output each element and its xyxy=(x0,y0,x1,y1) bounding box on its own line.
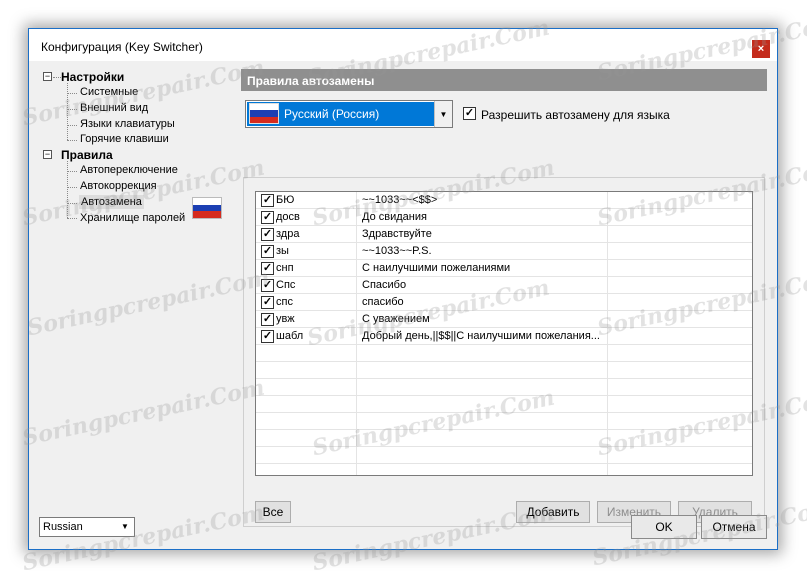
row-checkbox[interactable]: ✓ xyxy=(261,245,274,258)
chevron-down-icon[interactable]: ▼ xyxy=(118,520,132,534)
row-abbreviation: досв xyxy=(276,211,300,223)
list-item[interactable]: ✓ БЮ ~~1033~~<$$> xyxy=(256,192,752,209)
row-replacement: Добрый день,||$$||С наилучшими пожелания… xyxy=(362,330,600,342)
window-title: Конфигурация (Key Switcher) xyxy=(41,40,203,54)
row-replacement: С наилучшими пожеланиями xyxy=(362,262,511,274)
row-replacement: ~~1033~~<$$> xyxy=(362,194,438,206)
list-item[interactable]: ✓ шабл Добрый день,||$$||С наилучшими по… xyxy=(256,328,752,345)
row-abbreviation: увж xyxy=(276,313,295,325)
ui-language-value: Russian xyxy=(43,521,83,533)
tree-item-autocorrect[interactable]: Автокоррекция xyxy=(80,180,157,192)
tree-connector xyxy=(67,218,77,219)
title-bar[interactable]: Конфигурация (Key Switcher) × xyxy=(29,29,777,61)
row-replacement: ~~1033~~P.S. xyxy=(362,245,432,257)
row-abbreviation: зы xyxy=(276,245,289,257)
empty-row xyxy=(256,430,752,447)
row-checkbox[interactable]: ✓ xyxy=(261,228,274,241)
row-replacement: С уважением xyxy=(362,313,430,325)
ui-language-dropdown[interactable]: Russian ▼ xyxy=(39,517,135,537)
tree-connector xyxy=(67,109,77,110)
empty-row xyxy=(256,362,752,379)
list-item[interactable]: ✓ зы ~~1033~~P.S. xyxy=(256,243,752,260)
tree-item-system[interactable]: Системные xyxy=(80,86,138,98)
row-checkbox[interactable]: ✓ xyxy=(261,279,274,292)
list-item[interactable]: ✓ снп С наилучшими пожеланиями xyxy=(256,260,752,277)
row-checkbox[interactable]: ✓ xyxy=(261,296,274,309)
tree-connector xyxy=(67,171,77,172)
list-item[interactable]: ✓ увж С уважением xyxy=(256,311,752,328)
navigation-tree: − Настройки Системные Внешний вид Языки … xyxy=(39,67,235,512)
autoreplace-panel: Правила автозамены Русский (Россия) ▼ ✓ … xyxy=(241,69,767,527)
chevron-down-icon[interactable]: ▼ xyxy=(434,101,452,127)
empty-row xyxy=(256,345,752,362)
tree-item-autoswitch[interactable]: Автопереключение xyxy=(80,164,178,176)
close-button[interactable]: × xyxy=(752,40,770,58)
config-window: Конфигурация (Key Switcher) × − Настройк… xyxy=(28,28,778,550)
row-checkbox[interactable]: ✓ xyxy=(261,313,274,326)
tree-item-hotkeys[interactable]: Горячие клавиши xyxy=(80,133,169,145)
collapse-settings-icon[interactable]: − xyxy=(43,72,52,81)
row-replacement: Спасибо xyxy=(362,279,407,291)
row-abbreviation: спс xyxy=(276,296,293,308)
language-dropdown[interactable]: Русский (Россия) ▼ xyxy=(245,100,453,128)
tree-connector xyxy=(53,77,61,78)
row-checkbox[interactable]: ✓ xyxy=(261,330,274,343)
row-replacement: До свидания xyxy=(362,211,427,223)
cancel-button[interactable]: Отмена xyxy=(701,515,767,539)
select-all-button[interactable]: Все xyxy=(255,501,291,523)
row-replacement: спасибо xyxy=(362,296,404,308)
tree-item-password-storage[interactable]: Хранилище паролей xyxy=(80,212,185,224)
tree-connector xyxy=(67,83,68,140)
list-item[interactable]: ✓ Спс Спасибо xyxy=(256,277,752,294)
tree-item-appearance[interactable]: Внешний вид xyxy=(80,102,148,114)
tree-root-settings[interactable]: Настройки xyxy=(61,70,124,84)
russian-flag-icon xyxy=(192,197,222,219)
autoreplace-list[interactable]: ✓ БЮ ~~1033~~<$$> ✓ досв До свидания ✓ з… xyxy=(255,191,753,476)
row-checkbox[interactable]: ✓ xyxy=(261,262,274,275)
list-item[interactable]: ✓ здра Здравствуйте xyxy=(256,226,752,243)
row-abbreviation: снп xyxy=(276,262,294,274)
tree-item-autoreplace[interactable]: Автозамена xyxy=(79,195,144,209)
language-dropdown-selection: Русский (Россия) xyxy=(247,102,435,126)
tree-connector xyxy=(67,125,77,126)
tree-root-rules[interactable]: Правила xyxy=(61,148,113,162)
tree-connector xyxy=(67,140,77,141)
list-item[interactable]: ✓ досв До свидания xyxy=(256,209,752,226)
add-button[interactable]: Добавить xyxy=(516,501,590,523)
tree-connector xyxy=(67,93,77,94)
panel-title: Правила автозамены xyxy=(241,69,767,91)
row-checkbox[interactable]: ✓ xyxy=(261,194,274,207)
tree-connector xyxy=(67,203,77,204)
ok-button[interactable]: OK xyxy=(631,515,697,539)
row-checkbox[interactable]: ✓ xyxy=(261,211,274,224)
tree-connector xyxy=(67,161,68,218)
row-replacement: Здравствуйте xyxy=(362,228,432,240)
allow-autoreplace-checkbox[interactable]: ✓ xyxy=(463,107,476,120)
row-abbreviation: шабл xyxy=(276,330,304,342)
collapse-rules-icon[interactable]: − xyxy=(43,150,52,159)
empty-row xyxy=(256,396,752,413)
russian-flag-icon xyxy=(249,103,279,124)
list-item[interactable]: ✓ спс спасибо xyxy=(256,294,752,311)
language-dropdown-value: Русский (Россия) xyxy=(284,107,380,121)
allow-autoreplace-label: Разрешить автозамену для языка xyxy=(481,108,670,122)
row-abbreviation: Спс xyxy=(276,279,296,291)
row-abbreviation: БЮ xyxy=(276,194,295,206)
tree-item-keyboard-languages[interactable]: Языки клавиатуры xyxy=(80,118,175,130)
empty-row xyxy=(256,447,752,464)
row-abbreviation: здра xyxy=(276,228,300,240)
empty-row xyxy=(256,379,752,396)
tree-connector xyxy=(67,187,77,188)
empty-row xyxy=(256,413,752,430)
